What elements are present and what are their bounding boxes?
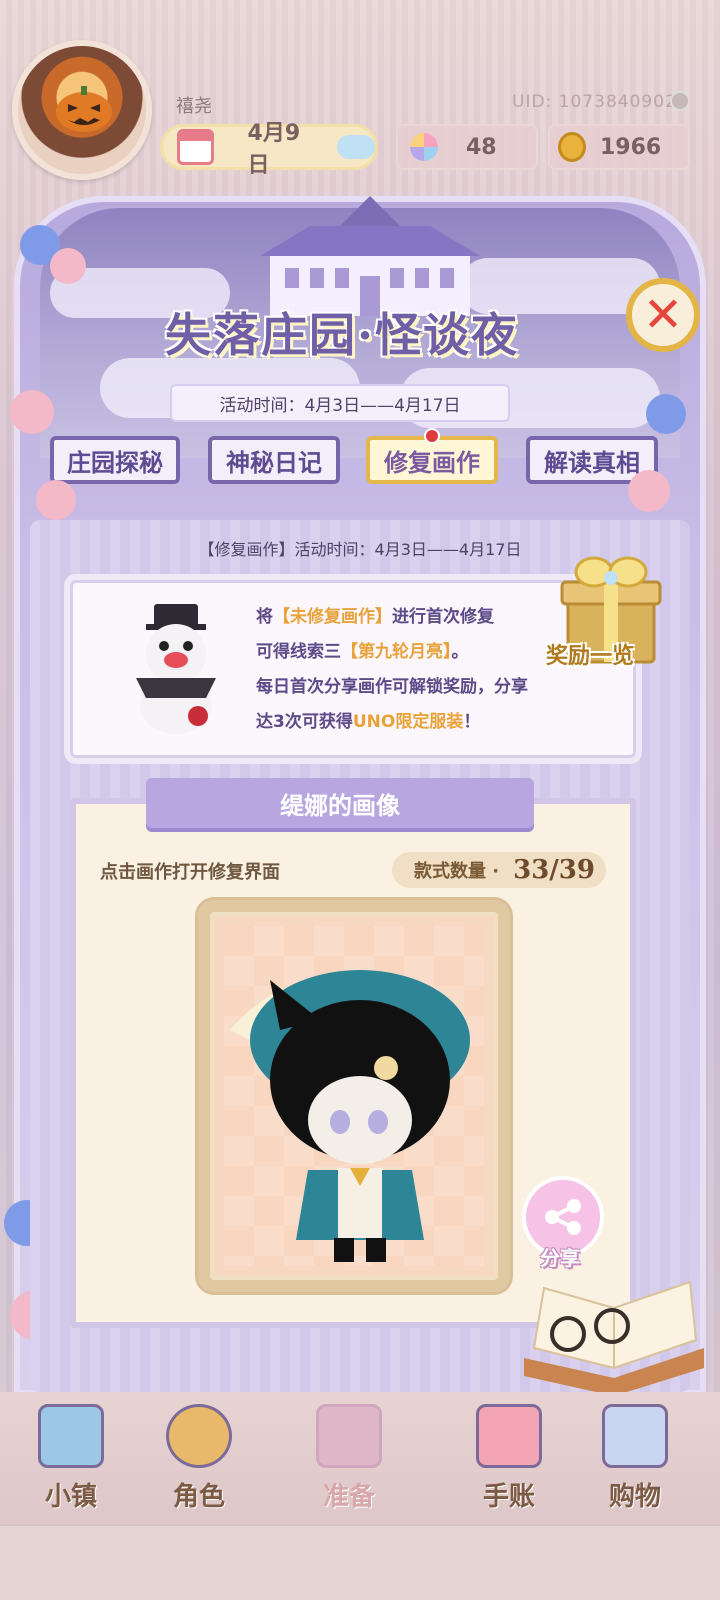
portrait-title: 缇娜的画像 [146, 778, 534, 828]
coin-icon [558, 132, 586, 162]
style-count-label: 款式数量 · [414, 861, 500, 882]
character-icon [166, 1404, 232, 1468]
share-label: 分享 [540, 1246, 580, 1270]
copy-icon[interactable] [670, 91, 690, 111]
nav-label-character: 角色 [172, 1482, 225, 1512]
close-icon: ✕ [642, 287, 684, 343]
tab-manor-explore[interactable]: 庄园探秘 [50, 436, 180, 484]
dressup-icon [316, 1404, 382, 1468]
tab-restore-painting-label: 修复画作 [384, 447, 480, 477]
map-icon [38, 1404, 104, 1468]
cloud-weather-icon [336, 135, 375, 159]
info-line1-pre: 将 [256, 607, 273, 627]
bear-mascot-icon [136, 604, 216, 734]
flower-icon [410, 133, 438, 161]
calendar-icon [177, 129, 214, 165]
character-portrait-icon[interactable] [210, 940, 500, 1270]
nav-item-prepare[interactable]: 准备 [294, 1398, 404, 1518]
nav-label-town: 小镇 [44, 1482, 97, 1512]
username: 禧尧 [176, 96, 212, 117]
nav-label-prepare: 准备 [322, 1482, 375, 1512]
info-line4-pre: 达3次可获得 [256, 712, 353, 732]
nav-item-character[interactable]: 角色 [144, 1398, 254, 1518]
nav-label-shopping: 购物 [608, 1482, 661, 1512]
tab-mystery-diary[interactable]: 神秘日记 [208, 436, 340, 484]
pumpkin-icon [56, 86, 112, 132]
style-count: 款式数量 · 33/39 [392, 852, 606, 888]
notification-dot [424, 428, 440, 444]
restore-hint: 点击画作打开修复界面 [100, 862, 280, 883]
event-title: 失落庄园·怪谈夜 [164, 308, 519, 362]
info-line4-post: ！ [463, 712, 481, 732]
style-count-value: 33/39 [513, 855, 595, 885]
info-line3: 每日首次分享画作可解锁奖励，分享 [256, 677, 528, 697]
info-line1-post: 进行首次修复 [392, 607, 494, 627]
uid-label: UID: 1073840902 [512, 92, 677, 112]
event-time: 活动时间：4月3日——4月17日 [170, 384, 510, 422]
info-text: 将【未修复画作】进行首次修复 可得线索三【第九轮月亮】。 每日首次分享画作可解锁… [256, 600, 596, 740]
share-icon [545, 1199, 581, 1235]
open-book-icon [524, 1280, 704, 1396]
journal-icon [476, 1404, 542, 1468]
date-text: 4月9日 [247, 121, 301, 178]
date-pill[interactable]: 4月9日 [160, 121, 378, 178]
bottom-strip [0, 1524, 720, 1600]
nav-item-journal[interactable]: 手账 [454, 1398, 564, 1518]
nav-label-journal: 手账 [482, 1482, 535, 1512]
info-line1-highlight: 【未修复画作】 [273, 607, 392, 627]
info-line2-pre: 可得线索三 [256, 642, 341, 662]
close-button[interactable]: ✕ [626, 278, 700, 352]
coin-count: 1966 [600, 134, 662, 160]
shopping-bag-icon [602, 1404, 668, 1468]
nav-item-shopping[interactable]: 购物 [580, 1398, 690, 1518]
reward-list-button[interactable]: 奖励一览 [546, 638, 634, 670]
info-line2-highlight: 【第九轮月亮】 [341, 642, 452, 662]
tab-restore-painting[interactable]: 修复画作 [366, 428, 498, 484]
top-bar: 禧尧 UID: 1073840902 4月9日 48 1966 [0, 0, 720, 190]
flower-currency[interactable]: 48 [396, 124, 538, 170]
nav-item-town[interactable]: 小镇 [16, 1398, 126, 1518]
flower-count: 48 [466, 134, 497, 160]
avatar[interactable] [12, 40, 152, 180]
info-line2-post: 。 [451, 642, 469, 662]
info-line4-highlight: UNO限定服装 [352, 712, 464, 732]
coin-currency[interactable]: 1966 [548, 124, 690, 170]
